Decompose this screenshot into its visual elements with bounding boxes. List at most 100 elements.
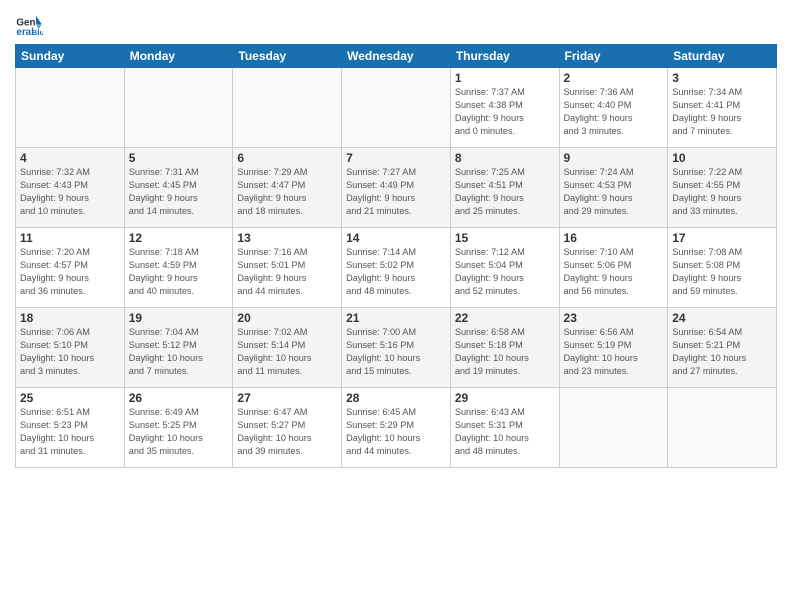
- day-number: 2: [564, 71, 664, 85]
- calendar-week-row: 11Sunrise: 7:20 AM Sunset: 4:57 PM Dayli…: [16, 228, 777, 308]
- calendar-cell: 20Sunrise: 7:02 AM Sunset: 5:14 PM Dayli…: [233, 308, 342, 388]
- day-number: 25: [20, 391, 120, 405]
- calendar-cell: 21Sunrise: 7:00 AM Sunset: 5:16 PM Dayli…: [342, 308, 451, 388]
- day-info: Sunrise: 7:04 AM Sunset: 5:12 PM Dayligh…: [129, 326, 229, 378]
- calendar-cell: [16, 68, 125, 148]
- day-info: Sunrise: 7:36 AM Sunset: 4:40 PM Dayligh…: [564, 86, 664, 138]
- day-number: 6: [237, 151, 337, 165]
- calendar-cell: 26Sunrise: 6:49 AM Sunset: 5:25 PM Dayli…: [124, 388, 233, 468]
- day-number: 24: [672, 311, 772, 325]
- page: Gen eral Blue SundayMondayTuesdayWednesd…: [0, 0, 792, 612]
- day-info: Sunrise: 6:45 AM Sunset: 5:29 PM Dayligh…: [346, 406, 446, 458]
- calendar-cell: 12Sunrise: 7:18 AM Sunset: 4:59 PM Dayli…: [124, 228, 233, 308]
- calendar-cell: 28Sunrise: 6:45 AM Sunset: 5:29 PM Dayli…: [342, 388, 451, 468]
- calendar-day-header: Monday: [124, 45, 233, 68]
- calendar-day-header: Tuesday: [233, 45, 342, 68]
- calendar-day-header: Wednesday: [342, 45, 451, 68]
- day-number: 5: [129, 151, 229, 165]
- day-info: Sunrise: 7:14 AM Sunset: 5:02 PM Dayligh…: [346, 246, 446, 298]
- day-number: 12: [129, 231, 229, 245]
- day-number: 15: [455, 231, 555, 245]
- calendar-cell: 19Sunrise: 7:04 AM Sunset: 5:12 PM Dayli…: [124, 308, 233, 388]
- calendar-cell: 18Sunrise: 7:06 AM Sunset: 5:10 PM Dayli…: [16, 308, 125, 388]
- day-info: Sunrise: 7:32 AM Sunset: 4:43 PM Dayligh…: [20, 166, 120, 218]
- day-info: Sunrise: 7:16 AM Sunset: 5:01 PM Dayligh…: [237, 246, 337, 298]
- calendar-cell: 16Sunrise: 7:10 AM Sunset: 5:06 PM Dayli…: [559, 228, 668, 308]
- day-number: 17: [672, 231, 772, 245]
- day-info: Sunrise: 6:51 AM Sunset: 5:23 PM Dayligh…: [20, 406, 120, 458]
- day-number: 4: [20, 151, 120, 165]
- day-number: 9: [564, 151, 664, 165]
- day-number: 1: [455, 71, 555, 85]
- calendar-day-header: Friday: [559, 45, 668, 68]
- calendar-week-row: 4Sunrise: 7:32 AM Sunset: 4:43 PM Daylig…: [16, 148, 777, 228]
- day-number: 14: [346, 231, 446, 245]
- day-number: 20: [237, 311, 337, 325]
- day-number: 13: [237, 231, 337, 245]
- calendar-cell: [124, 68, 233, 148]
- header: Gen eral Blue: [15, 10, 777, 38]
- calendar-cell: 4Sunrise: 7:32 AM Sunset: 4:43 PM Daylig…: [16, 148, 125, 228]
- day-info: Sunrise: 7:18 AM Sunset: 4:59 PM Dayligh…: [129, 246, 229, 298]
- day-number: 18: [20, 311, 120, 325]
- calendar-cell: 3Sunrise: 7:34 AM Sunset: 4:41 PM Daylig…: [668, 68, 777, 148]
- day-info: Sunrise: 7:29 AM Sunset: 4:47 PM Dayligh…: [237, 166, 337, 218]
- calendar-cell: 7Sunrise: 7:27 AM Sunset: 4:49 PM Daylig…: [342, 148, 451, 228]
- calendar-header-row: SundayMondayTuesdayWednesdayThursdayFrid…: [16, 45, 777, 68]
- day-info: Sunrise: 7:27 AM Sunset: 4:49 PM Dayligh…: [346, 166, 446, 218]
- calendar-cell: 5Sunrise: 7:31 AM Sunset: 4:45 PM Daylig…: [124, 148, 233, 228]
- day-info: Sunrise: 7:02 AM Sunset: 5:14 PM Dayligh…: [237, 326, 337, 378]
- day-info: Sunrise: 7:12 AM Sunset: 5:04 PM Dayligh…: [455, 246, 555, 298]
- calendar-cell: 11Sunrise: 7:20 AM Sunset: 4:57 PM Dayli…: [16, 228, 125, 308]
- calendar-cell: 6Sunrise: 7:29 AM Sunset: 4:47 PM Daylig…: [233, 148, 342, 228]
- day-info: Sunrise: 7:34 AM Sunset: 4:41 PM Dayligh…: [672, 86, 772, 138]
- day-info: Sunrise: 7:31 AM Sunset: 4:45 PM Dayligh…: [129, 166, 229, 218]
- day-info: Sunrise: 6:43 AM Sunset: 5:31 PM Dayligh…: [455, 406, 555, 458]
- calendar-cell: 2Sunrise: 7:36 AM Sunset: 4:40 PM Daylig…: [559, 68, 668, 148]
- calendar: SundayMondayTuesdayWednesdayThursdayFrid…: [15, 44, 777, 468]
- logo-icon: Gen eral Blue: [15, 10, 43, 38]
- day-info: Sunrise: 6:58 AM Sunset: 5:18 PM Dayligh…: [455, 326, 555, 378]
- day-number: 21: [346, 311, 446, 325]
- calendar-cell: [668, 388, 777, 468]
- day-number: 23: [564, 311, 664, 325]
- calendar-cell: 29Sunrise: 6:43 AM Sunset: 5:31 PM Dayli…: [450, 388, 559, 468]
- day-number: 27: [237, 391, 337, 405]
- day-info: Sunrise: 7:25 AM Sunset: 4:51 PM Dayligh…: [455, 166, 555, 218]
- calendar-day-header: Saturday: [668, 45, 777, 68]
- calendar-cell: 14Sunrise: 7:14 AM Sunset: 5:02 PM Dayli…: [342, 228, 451, 308]
- day-number: 22: [455, 311, 555, 325]
- calendar-week-row: 25Sunrise: 6:51 AM Sunset: 5:23 PM Dayli…: [16, 388, 777, 468]
- day-number: 3: [672, 71, 772, 85]
- calendar-cell: [342, 68, 451, 148]
- calendar-cell: 1Sunrise: 7:37 AM Sunset: 4:38 PM Daylig…: [450, 68, 559, 148]
- calendar-day-header: Sunday: [16, 45, 125, 68]
- day-info: Sunrise: 6:56 AM Sunset: 5:19 PM Dayligh…: [564, 326, 664, 378]
- day-number: 8: [455, 151, 555, 165]
- calendar-week-row: 1Sunrise: 7:37 AM Sunset: 4:38 PM Daylig…: [16, 68, 777, 148]
- calendar-cell: 24Sunrise: 6:54 AM Sunset: 5:21 PM Dayli…: [668, 308, 777, 388]
- calendar-cell: 8Sunrise: 7:25 AM Sunset: 4:51 PM Daylig…: [450, 148, 559, 228]
- logo: Gen eral Blue: [15, 10, 47, 38]
- calendar-cell: 10Sunrise: 7:22 AM Sunset: 4:55 PM Dayli…: [668, 148, 777, 228]
- day-number: 11: [20, 231, 120, 245]
- calendar-cell: 23Sunrise: 6:56 AM Sunset: 5:19 PM Dayli…: [559, 308, 668, 388]
- day-number: 29: [455, 391, 555, 405]
- day-info: Sunrise: 6:54 AM Sunset: 5:21 PM Dayligh…: [672, 326, 772, 378]
- calendar-cell: 17Sunrise: 7:08 AM Sunset: 5:08 PM Dayli…: [668, 228, 777, 308]
- day-info: Sunrise: 7:20 AM Sunset: 4:57 PM Dayligh…: [20, 246, 120, 298]
- day-info: Sunrise: 6:49 AM Sunset: 5:25 PM Dayligh…: [129, 406, 229, 458]
- calendar-cell: [559, 388, 668, 468]
- day-info: Sunrise: 7:22 AM Sunset: 4:55 PM Dayligh…: [672, 166, 772, 218]
- day-info: Sunrise: 7:10 AM Sunset: 5:06 PM Dayligh…: [564, 246, 664, 298]
- calendar-cell: [233, 68, 342, 148]
- day-info: Sunrise: 7:08 AM Sunset: 5:08 PM Dayligh…: [672, 246, 772, 298]
- day-info: Sunrise: 7:00 AM Sunset: 5:16 PM Dayligh…: [346, 326, 446, 378]
- day-number: 19: [129, 311, 229, 325]
- day-number: 16: [564, 231, 664, 245]
- calendar-cell: 9Sunrise: 7:24 AM Sunset: 4:53 PM Daylig…: [559, 148, 668, 228]
- day-number: 28: [346, 391, 446, 405]
- day-number: 26: [129, 391, 229, 405]
- calendar-cell: 15Sunrise: 7:12 AM Sunset: 5:04 PM Dayli…: [450, 228, 559, 308]
- day-info: Sunrise: 6:47 AM Sunset: 5:27 PM Dayligh…: [237, 406, 337, 458]
